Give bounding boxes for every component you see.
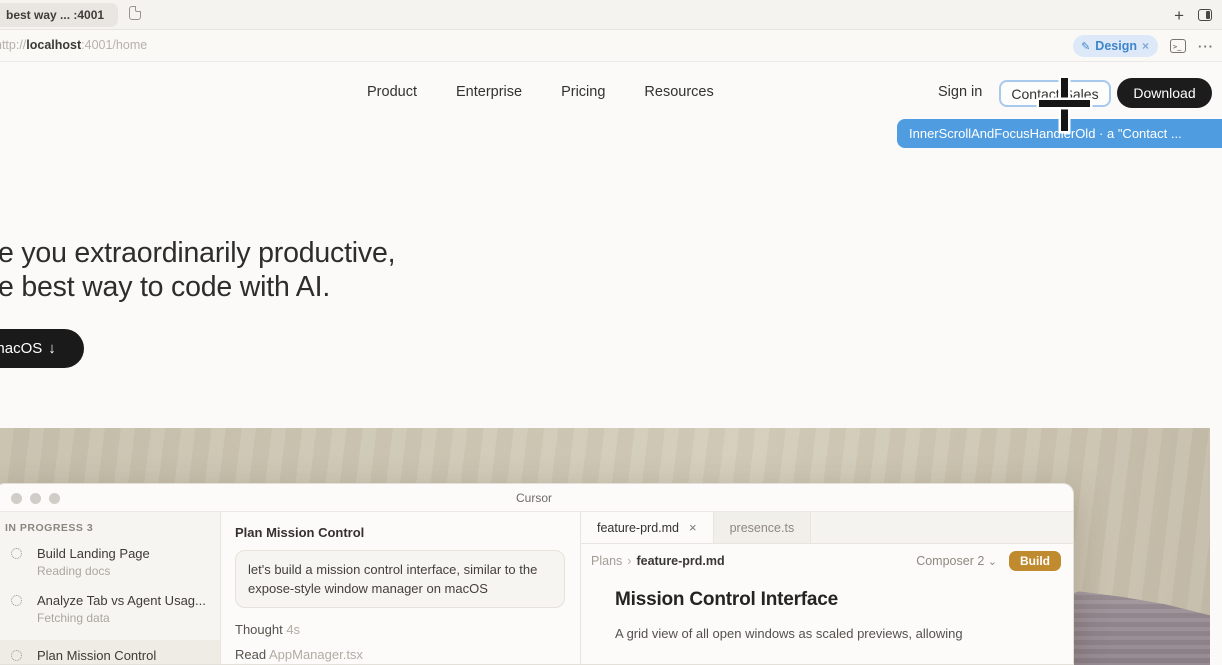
url-path: :4001/home xyxy=(81,38,147,52)
editor-tab-bar: feature-prd.md × presence.ts xyxy=(581,512,1073,544)
download-arrow-icon: ↓ xyxy=(48,340,56,357)
url-scheme: http:// xyxy=(0,38,26,52)
sidebar-item-build-landing-page[interactable]: Build Landing Page Reading docs xyxy=(0,546,220,578)
download-macos-label: macOS xyxy=(0,340,42,357)
url-bar: http://localhost:4001/home ✎ Design × >_… xyxy=(0,30,1222,62)
download-button[interactable]: Download xyxy=(1117,78,1212,108)
hero-headline-line2: e best way to code with AI. xyxy=(0,270,395,304)
close-window-icon[interactable] xyxy=(11,493,22,504)
sign-in-link[interactable]: Sign in xyxy=(938,84,982,100)
nav-enterprise[interactable]: Enterprise xyxy=(456,84,522,100)
tab-presence[interactable]: presence.ts xyxy=(714,512,812,543)
terminal-icon[interactable]: >_ xyxy=(1170,39,1186,53)
agent-steps: Thought 4s Read AppManager.tsx Searched … xyxy=(235,622,565,665)
design-badge-label: Design xyxy=(1095,39,1137,53)
url-field[interactable]: http://localhost:4001/home xyxy=(0,38,147,52)
crosshair-horizontal xyxy=(1039,100,1090,107)
inspector-tooltip: InnerScrollAndFocusHandlerOld · a "Conta… xyxy=(897,119,1222,148)
tab-feature-prd[interactable]: feature-prd.md × xyxy=(581,512,714,543)
spinner-icon xyxy=(11,595,22,606)
painting-hill xyxy=(1050,573,1210,665)
site-nav: Product Enterprise Pricing Resources xyxy=(367,84,714,100)
close-tab-icon[interactable]: × xyxy=(689,520,697,535)
page-preview-icon[interactable] xyxy=(129,6,141,20)
nav-product[interactable]: Product xyxy=(367,84,417,100)
build-badge[interactable]: Build xyxy=(1009,551,1061,571)
sidebar-section-label: IN PROGRESS 3 xyxy=(0,522,220,546)
url-host: localhost xyxy=(26,38,81,52)
hero-headline-line1: e you extraordinarily productive, xyxy=(0,236,395,270)
window-title-bar[interactable]: Cursor xyxy=(0,484,1073,512)
user-message-bubble: let's build a mission control interface,… xyxy=(235,550,565,608)
browser-tab[interactable]: best way ... :4001 xyxy=(0,3,118,27)
design-pen-icon: ✎ xyxy=(1081,40,1090,53)
chevron-down-icon: ⌄ xyxy=(988,556,997,568)
chat-header: Plan Mission Control xyxy=(235,525,565,540)
browser-tab-bar: best way ... :4001 + xyxy=(0,0,1222,30)
spinner-icon xyxy=(11,548,22,559)
cursor-app-window: Cursor IN PROGRESS 3 Build Landing Page … xyxy=(0,483,1074,665)
nav-pricing[interactable]: Pricing xyxy=(561,84,605,100)
toggle-sidebar-icon[interactable] xyxy=(1198,9,1212,21)
browser-tab-title: best way ... :4001 xyxy=(6,8,104,22)
new-tab-icon[interactable]: + xyxy=(1174,7,1184,24)
document-title: Mission Control Interface xyxy=(615,589,1071,611)
step-read[interactable]: Read AppManager.tsx xyxy=(235,647,565,662)
minimize-window-icon[interactable] xyxy=(30,493,41,504)
step-thought[interactable]: Thought 4s xyxy=(235,622,565,637)
traffic-lights xyxy=(11,493,60,504)
breadcrumb-separator-icon: › xyxy=(627,554,631,568)
design-mode-badge[interactable]: ✎ Design × xyxy=(1073,35,1158,57)
breadcrumb-root[interactable]: Plans xyxy=(591,554,622,568)
composer-dropdown[interactable]: Composer 2 ⌄ xyxy=(916,554,997,568)
tasks-sidebar: IN PROGRESS 3 Build Landing Page Reading… xyxy=(0,512,221,665)
breadcrumb-file[interactable]: feature-prd.md xyxy=(636,554,724,568)
chat-panel: Plan Mission Control let's build a missi… xyxy=(221,512,581,665)
more-options-icon[interactable]: ··· xyxy=(1198,39,1214,54)
nav-resources[interactable]: Resources xyxy=(644,84,713,100)
document-preview: Mission Control Interface A grid view of… xyxy=(581,577,1073,641)
zoom-window-icon[interactable] xyxy=(49,493,60,504)
spinner-icon xyxy=(11,650,22,661)
design-badge-close-icon[interactable]: × xyxy=(1142,39,1149,53)
sidebar-item-plan-mission-control[interactable]: Plan Mission Control xyxy=(0,640,220,665)
editor-panel: feature-prd.md × presence.ts Plans › fea… xyxy=(581,512,1073,665)
sidebar-item-analyze-usage[interactable]: Analyze Tab vs Agent Usag... Fetching da… xyxy=(0,593,220,625)
document-body: A grid view of all open windows as scale… xyxy=(615,626,1071,641)
download-macos-button[interactable]: macOS ↓ xyxy=(0,329,84,368)
window-title: Cursor xyxy=(516,491,552,505)
hero-headline: e you extraordinarily productive, e best… xyxy=(0,236,395,304)
